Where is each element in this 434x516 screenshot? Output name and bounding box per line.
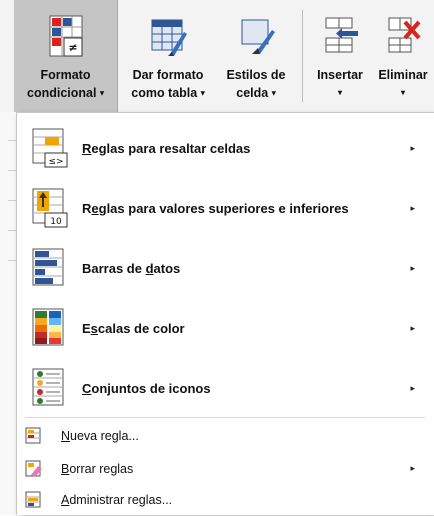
dropdown-arrow: ▾ (400, 88, 405, 97)
delete-button[interactable]: Eliminar ▾ (372, 0, 434, 112)
format-as-table-label-1: Dar formato (132, 68, 204, 82)
dropdown-arrow: ▾ (337, 88, 342, 97)
delete-label: Eliminar (378, 68, 428, 82)
color-scales-icon (32, 308, 64, 346)
clear-rules-icon (25, 460, 42, 477)
insert-label: Insertar (317, 68, 363, 82)
menu-item-label: Reglas para valores superiores e inferio… (82, 200, 349, 216)
menu-item-label: Barras de datos (82, 260, 181, 276)
menu-item-label: Borrar reglas (61, 461, 134, 476)
svg-text:≤>: ≤> (48, 157, 63, 167)
worksheet-edge (0, 112, 16, 515)
menu-item-icon-sets[interactable]: Conjuntos de iconos ▸ (17, 359, 433, 417)
ribbon-styles-group: ≠ Formato condicional ▾ Dar formato como… (0, 0, 434, 113)
delete-cells-icon (388, 17, 421, 53)
conditional-formatting-button[interactable]: ≠ Formato condicional ▾ (14, 0, 118, 112)
svg-text:≠: ≠ (68, 41, 77, 54)
format-as-table-label-2: como tabla (131, 86, 198, 100)
dropdown-arrow: ▾ (271, 88, 276, 98)
top-bottom-rules-icon: 10 (32, 188, 68, 228)
dropdown-arrow: ▾ (99, 88, 104, 98)
manage-rules-icon (25, 491, 41, 507)
submenu-arrow-icon: ▸ (410, 322, 415, 333)
highlight-cells-rules-icon: ≤> (32, 128, 68, 168)
menu-item-label: Conjuntos de iconos (82, 380, 211, 396)
group-divider (302, 10, 303, 102)
menu-item-clear-rules[interactable]: Borrar reglas ▸ (17, 452, 433, 485)
conditional-formatting-label-1: Formato (40, 68, 91, 82)
conditional-formatting-menu: ≤> Reglas para resaltar celdas ▸ 10 Regl… (16, 112, 434, 515)
new-rule-icon (25, 427, 41, 443)
menu-separator (25, 417, 425, 418)
insert-button[interactable]: Insertar ▾ (308, 0, 372, 112)
conditional-formatting-label-2: condicional (27, 86, 97, 100)
menu-item-label: Reglas para resaltar celdas (82, 140, 251, 156)
format-as-table-button[interactable]: Dar formato como tabla ▾ (120, 0, 216, 112)
menu-item-highlight-cells-rules[interactable]: ≤> Reglas para resaltar celdas ▸ (17, 119, 433, 177)
menu-item-top-bottom-rules[interactable]: 10 Reglas para valores superiores e infe… (17, 179, 433, 237)
cell-styles-button[interactable]: Estilos de celda ▾ (216, 0, 296, 112)
menu-item-new-rule[interactable]: Nueva regla... (17, 419, 433, 452)
submenu-arrow-icon: ▸ (410, 202, 415, 213)
cell-styles-icon (241, 19, 275, 54)
format-as-table-icon (151, 19, 187, 56)
menu-item-label: Nueva regla... (61, 428, 139, 443)
menu-item-data-bars[interactable]: Barras de datos ▸ (17, 239, 433, 297)
menu-item-manage-rules[interactable]: Administrar reglas... (17, 483, 433, 516)
cell-styles-label-2: celda (236, 86, 269, 100)
submenu-arrow-icon: ▸ (410, 142, 415, 153)
submenu-arrow-icon: ▸ (410, 382, 415, 393)
insert-cells-icon (325, 17, 358, 53)
icon-sets-icon (32, 368, 64, 406)
data-bars-icon (32, 248, 64, 286)
cell-styles-label-1: Estilos de (226, 68, 286, 82)
menu-item-label: Administrar reglas... (61, 492, 173, 507)
menu-item-color-scales[interactable]: Escalas de color ▸ (17, 299, 433, 357)
submenu-arrow-icon: ▸ (410, 463, 415, 473)
submenu-arrow-icon: ▸ (410, 262, 415, 273)
conditional-format-icon: ≠ (49, 15, 82, 57)
dropdown-arrow: ▾ (200, 88, 205, 98)
svg-text:10: 10 (50, 217, 62, 227)
menu-item-label: Escalas de color (82, 320, 185, 336)
